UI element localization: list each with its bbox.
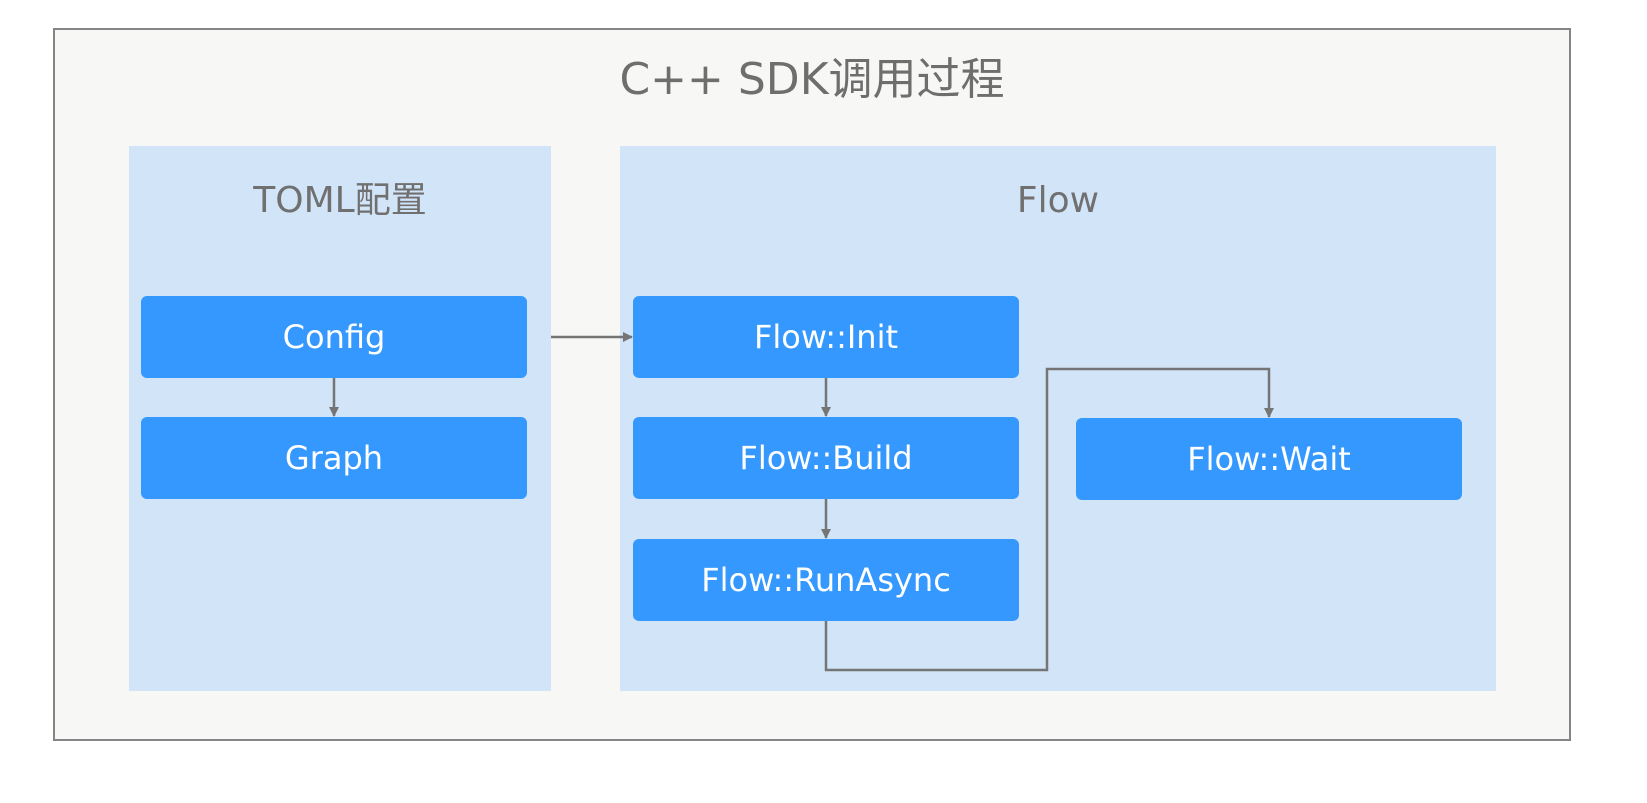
- diagram-title: C++ SDK调用过程: [619, 54, 1005, 105]
- node-flow-wait[interactable]: Flow::Wait: [1076, 418, 1462, 500]
- group-flow-title: Flow: [1016, 180, 1100, 221]
- node-flow-init[interactable]: Flow::Init: [633, 296, 1019, 378]
- node-config[interactable]: Config: [141, 296, 527, 378]
- node-flow-run-async[interactable]: Flow::RunAsync: [633, 539, 1019, 621]
- node-flow-build[interactable]: Flow::Build: [633, 417, 1019, 499]
- node-graph[interactable]: Graph: [141, 417, 527, 499]
- group-toml-config-title: TOML配置: [253, 180, 427, 221]
